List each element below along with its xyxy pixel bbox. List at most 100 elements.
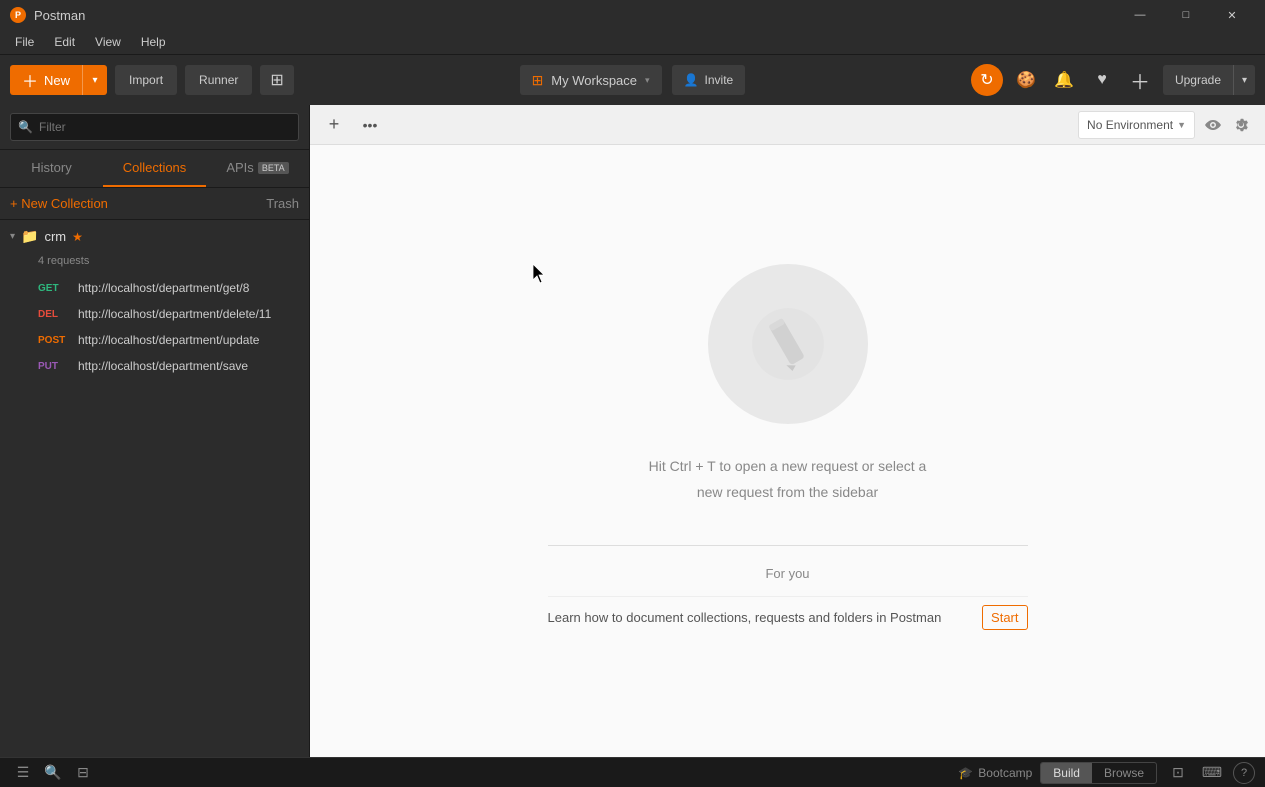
request-item-put[interactable]: PUT http://localhost/department/save [0, 353, 309, 379]
tab-collections[interactable]: Collections [103, 150, 206, 187]
keyboard-button[interactable]: ⌨ [1199, 760, 1225, 786]
method-post-badge: POST [38, 335, 70, 346]
pencil-illustration [748, 304, 828, 384]
new-button-arrow[interactable]: ▾ [82, 65, 107, 95]
console-button[interactable]: ⊟ [70, 760, 96, 786]
tab-apis[interactable]: APIs BETA [206, 150, 309, 187]
collection-name: crm [44, 229, 66, 244]
minimize-button[interactable]: — [1117, 0, 1163, 30]
folder-icon: 📁 [21, 228, 38, 245]
workspace-label: My Workspace [551, 73, 637, 88]
import-button[interactable]: Import [115, 65, 177, 95]
titlebar-left: P Postman [10, 7, 85, 23]
bootcamp-button[interactable]: 🎓 Bootcamp [958, 766, 1032, 780]
toolbar: ＋ New ▾ Import Runner ⊞ ⊞ My Workspace ▾… [0, 55, 1265, 105]
collection-crm-header[interactable]: ▾ 📁 crm ★ [0, 220, 309, 253]
build-button[interactable]: Build [1041, 763, 1092, 783]
request-item-del[interactable]: DEL http://localhost/department/delete/1… [0, 301, 309, 327]
content-area: + ••• No Environment ▼ [310, 105, 1265, 757]
sidebar-tabs: History Collections APIs BETA [0, 150, 309, 188]
menu-edit[interactable]: Edit [44, 33, 85, 51]
postman-logo: P [10, 7, 26, 23]
more-tabs-button[interactable]: ••• [356, 111, 384, 139]
menu-help[interactable]: Help [131, 33, 176, 51]
caret-icon: ▾ [10, 231, 15, 242]
workspace-icon: ⊞ [532, 72, 544, 89]
help-button[interactable]: ? [1233, 762, 1255, 784]
new-button[interactable]: ＋ New ▾ [10, 65, 107, 95]
notification-button[interactable]: 🔔 [1049, 65, 1079, 95]
sync-button[interactable]: ↻ [971, 64, 1003, 96]
environment-eye-button[interactable] [1199, 111, 1227, 139]
build-browse-group: Build Browse [1040, 762, 1157, 784]
request-item-get[interactable]: GET http://localhost/department/get/8 [0, 275, 309, 301]
layout-switcher-button[interactable]: ⊞ [260, 65, 293, 95]
main-layout: 🔍 History Collections APIs BETA + New Co… [0, 105, 1265, 757]
new-button-main[interactable]: ＋ New [10, 65, 82, 95]
workspace-arrow: ▾ [645, 75, 650, 86]
bootcamp-icon: 🎓 [958, 766, 973, 780]
titlebar: P Postman — □ ✕ [0, 0, 1265, 30]
request-url-get: http://localhost/department/get/8 [78, 281, 249, 295]
browse-button[interactable]: Browse [1092, 763, 1156, 783]
empty-state-icon [708, 264, 868, 424]
trash-button[interactable]: Trash [266, 196, 299, 211]
window-controls: — □ ✕ [1117, 0, 1255, 30]
tabs-bar: + ••• No Environment ▼ [310, 105, 1265, 145]
invite-icon: 👤 [684, 73, 699, 87]
close-button[interactable]: ✕ [1209, 0, 1255, 30]
search-status-button[interactable]: 🔍 [40, 760, 66, 786]
runner-button[interactable]: Runner [185, 65, 252, 95]
empty-state-text: Hit Ctrl + T to open a new request or se… [649, 454, 927, 504]
request-url-put: http://localhost/department/save [78, 359, 248, 373]
star-icon: ★ [72, 230, 83, 244]
environment-settings-button[interactable] [1227, 111, 1255, 139]
statusbar-right: 🎓 Bootcamp Build Browse ⊡ ⌨ ? [958, 760, 1255, 786]
menu-file[interactable]: File [5, 33, 44, 51]
settings-icon [1233, 117, 1249, 133]
sidebar-actions: + New Collection Trash [0, 188, 309, 220]
layout-button[interactable]: ⊡ [1165, 760, 1191, 786]
statusbar-left: ☰ 🔍 ⊟ [10, 760, 96, 786]
request-item-post[interactable]: POST http://localhost/department/update [0, 327, 309, 353]
menubar: File Edit View Help [0, 30, 1265, 55]
empty-hint-1: Hit Ctrl + T to open a new request or se… [649, 454, 927, 479]
sidebar: 🔍 History Collections APIs BETA + New Co… [0, 105, 310, 757]
invite-label: Invite [705, 73, 734, 87]
new-button-label: New [44, 73, 70, 88]
environment-selector: No Environment ▼ [1078, 111, 1255, 139]
empty-hint-2: new request from the sidebar [649, 480, 927, 505]
collection-meta: 4 requests [0, 253, 309, 275]
method-put-badge: PUT [38, 361, 70, 372]
request-url-del: http://localhost/department/delete/11 [78, 307, 271, 321]
menu-view[interactable]: View [85, 33, 131, 51]
for-you-title: For you [548, 566, 1028, 581]
filter-input[interactable] [10, 113, 299, 141]
plus-icon: ＋ [22, 68, 38, 92]
add-tab-button[interactable]: + [320, 111, 348, 139]
collection-list: ▾ 📁 crm ★ 4 requests GET http://localhos… [0, 220, 309, 757]
add-button[interactable]: ＋ [1125, 65, 1155, 95]
for-you-item-text: Learn how to document collections, reque… [548, 610, 942, 625]
beta-badge: BETA [258, 162, 289, 174]
bootcamp-label: Bootcamp [978, 766, 1032, 780]
for-you-section: For you Learn how to document collection… [548, 545, 1028, 638]
toolbar-right: ↻ 🍪 🔔 ♥ ＋ Upgrade ▾ [971, 64, 1255, 96]
sidebar-toggle-button[interactable]: ☰ [10, 760, 36, 786]
maximize-button[interactable]: □ [1163, 0, 1209, 30]
start-button[interactable]: Start [982, 605, 1027, 630]
upgrade-button[interactable]: Upgrade ▾ [1163, 65, 1255, 95]
app-title: Postman [34, 8, 85, 23]
invite-button[interactable]: 👤 Invite [672, 65, 746, 95]
sidebar-search: 🔍 [0, 105, 309, 150]
new-collection-button[interactable]: + New Collection [10, 196, 108, 211]
environment-dropdown[interactable]: No Environment ▼ [1078, 111, 1195, 139]
upgrade-arrow-icon[interactable]: ▾ [1233, 65, 1255, 95]
tab-history[interactable]: History [0, 150, 103, 187]
cookie-button[interactable]: 🍪 [1011, 65, 1041, 95]
heart-button[interactable]: ♥ [1087, 65, 1117, 95]
apis-label: APIs [226, 160, 253, 175]
upgrade-button-label: Upgrade [1163, 65, 1233, 95]
method-get-badge: GET [38, 283, 70, 294]
workspace-button[interactable]: ⊞ My Workspace ▾ [520, 65, 662, 95]
